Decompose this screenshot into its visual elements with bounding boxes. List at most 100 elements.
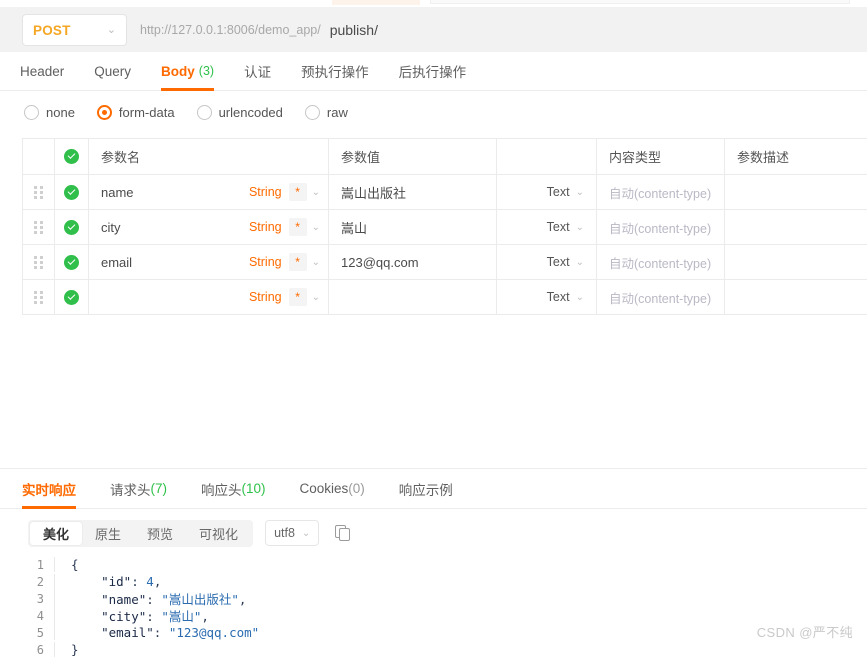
url-display[interactable]: http://127.0.0.1:8006/demo_app/ publish/ xyxy=(140,14,378,46)
view-mode-0[interactable]: 美化 xyxy=(30,521,83,545)
response-tab-4[interactable]: 响应示例 xyxy=(399,469,453,509)
chevron-down-icon[interactable]: ⌄ xyxy=(576,292,584,303)
param-value-input[interactable]: 123@qq.com xyxy=(329,255,496,270)
response-body-code[interactable]: 1{2 "id": 4, 3 "name": "嵩山出版社", 4 "city": … xyxy=(28,556,858,657)
row-value-type-cell[interactable]: Text ⌄ xyxy=(496,209,597,245)
row-param-value-cell[interactable]: 123@qq.com xyxy=(328,244,497,280)
required-asterisk-icon[interactable]: * xyxy=(288,218,307,236)
view-mode-3[interactable]: 可视化 xyxy=(186,522,251,545)
line-number: 3 xyxy=(36,591,44,606)
encoding-select[interactable]: utf8 ⌄ xyxy=(265,520,320,546)
table-row: String * ⌄ Text ⌄ 自动(content-type) xyxy=(22,279,867,315)
row-value-type-cell[interactable]: Text ⌄ xyxy=(496,244,597,280)
row-description-cell[interactable] xyxy=(724,279,867,315)
response-tab-3[interactable]: Cookies (0) xyxy=(300,469,365,509)
row-enable-checkbox[interactable] xyxy=(54,209,89,245)
header-select-all-cell[interactable] xyxy=(54,138,89,175)
row-drag-handle[interactable] xyxy=(22,174,55,210)
row-enable-checkbox[interactable] xyxy=(54,279,89,315)
request-tab-label: 认证 xyxy=(244,65,272,80)
row-param-value-cell[interactable]: 嵩山 xyxy=(328,209,497,245)
chevron-down-icon[interactable]: ⌄ xyxy=(312,257,320,268)
required-asterisk-icon[interactable]: * xyxy=(288,183,307,201)
row-content-type-cell[interactable]: 自动(content-type) xyxy=(596,244,725,280)
request-tab-2[interactable]: Body (3) xyxy=(161,52,215,91)
request-tab-0[interactable]: Header xyxy=(20,52,64,91)
code-line: 3 "name": "嵩山出版社", xyxy=(28,589,858,608)
row-param-name-cell[interactable]: email String * ⌄ xyxy=(88,244,329,280)
drag-handle-icon xyxy=(34,220,44,234)
body-type-radio-none[interactable]: none xyxy=(24,104,75,120)
select-all-check-icon[interactable] xyxy=(64,149,79,164)
view-mode-2[interactable]: 预览 xyxy=(134,522,186,545)
response-tab-2[interactable]: 响应头 (10) xyxy=(201,469,266,509)
body-type-label: urlencoded xyxy=(218,104,283,120)
param-name-input[interactable]: name xyxy=(101,185,249,200)
row-content-type-cell[interactable]: 自动(content-type) xyxy=(596,209,725,245)
check-icon xyxy=(64,219,79,235)
code-text: "email": "123@qq.com" xyxy=(54,625,259,640)
row-drag-handle[interactable] xyxy=(22,209,55,245)
http-method-select[interactable]: POST ⌄ xyxy=(22,14,127,46)
header-content-type-label: 内容类型 xyxy=(609,150,662,165)
response-tab-label: 请求头 xyxy=(110,482,151,498)
row-param-name-cell[interactable]: name String * ⌄ xyxy=(88,174,329,210)
header-type-cell xyxy=(496,138,597,175)
required-asterisk-icon[interactable]: * xyxy=(288,288,307,306)
row-content-type-cell[interactable]: 自动(content-type) xyxy=(596,279,725,315)
row-drag-handle[interactable] xyxy=(22,244,55,280)
param-name-input[interactable]: city xyxy=(101,220,249,235)
request-tab-bar: Header Query Body (3) 认证 预执行操作 后执行操作 xyxy=(0,52,867,91)
row-value-type-cell[interactable]: Text ⌄ xyxy=(496,174,597,210)
row-param-value-cell[interactable] xyxy=(328,279,497,315)
response-tab-label: Cookies xyxy=(299,481,349,496)
clipped-tab-remnant xyxy=(332,0,420,5)
response-tab-count: (10) xyxy=(241,481,266,496)
value-type-label: Text xyxy=(546,220,570,234)
row-description-cell[interactable] xyxy=(724,244,867,280)
line-number: 4 xyxy=(36,608,44,623)
row-description-cell[interactable] xyxy=(724,174,867,210)
row-param-value-cell[interactable]: 嵩山出版社 xyxy=(328,174,497,210)
watermark-text: CSDN @严不纯 xyxy=(756,625,853,640)
chevron-down-icon[interactable]: ⌄ xyxy=(312,222,320,233)
chevron-down-icon[interactable]: ⌄ xyxy=(576,257,584,268)
chevron-down-icon[interactable]: ⌄ xyxy=(576,187,584,198)
response-tab-1[interactable]: 请求头 (7) xyxy=(110,469,167,509)
content-type-input[interactable]: 自动(content-type) xyxy=(597,288,724,307)
request-tab-4[interactable]: 预执行操作 xyxy=(301,52,369,91)
required-asterisk-icon[interactable]: * xyxy=(288,253,307,271)
body-type-radio-raw[interactable]: raw xyxy=(304,104,348,120)
content-type-input[interactable]: 自动(content-type) xyxy=(597,218,724,237)
response-tab-0[interactable]: 实时响应 xyxy=(22,469,76,509)
request-tab-5[interactable]: 后执行操作 xyxy=(399,52,467,91)
body-type-label: none xyxy=(46,104,75,120)
row-drag-handle[interactable] xyxy=(22,279,55,315)
param-value-input[interactable]: 嵩山出版社 xyxy=(329,183,496,202)
request-tab-1[interactable]: Query xyxy=(94,52,131,91)
row-content-type-cell[interactable]: 自动(content-type) xyxy=(596,174,725,210)
view-mode-1[interactable]: 原生 xyxy=(82,522,134,545)
param-type-label: String xyxy=(248,185,282,199)
row-value-type-cell[interactable]: Text ⌄ xyxy=(496,279,597,315)
body-type-radio-form-data[interactable]: form-data xyxy=(96,104,175,120)
row-enable-checkbox[interactable] xyxy=(54,244,89,280)
row-description-cell[interactable] xyxy=(724,209,867,245)
chevron-down-icon[interactable]: ⌄ xyxy=(312,292,320,303)
request-tab-3[interactable]: 认证 xyxy=(244,52,271,91)
param-value-input[interactable]: 嵩山 xyxy=(329,218,496,237)
body-type-label: raw xyxy=(326,104,348,120)
param-type-label: String xyxy=(248,220,282,234)
row-enable-checkbox[interactable] xyxy=(54,174,89,210)
response-tab-count: (7) xyxy=(150,481,168,496)
content-type-input[interactable]: 自动(content-type) xyxy=(597,253,724,272)
chevron-down-icon[interactable]: ⌄ xyxy=(312,187,320,198)
param-name-input[interactable]: email xyxy=(101,255,249,270)
body-type-radio-urlencoded[interactable]: urlencoded xyxy=(196,104,283,120)
chevron-down-icon[interactable]: ⌄ xyxy=(576,222,584,233)
row-param-name-cell[interactable]: String * ⌄ xyxy=(88,279,329,315)
copy-icon[interactable] xyxy=(335,524,352,542)
content-type-input[interactable]: 自动(content-type) xyxy=(597,183,724,202)
row-param-name-cell[interactable]: city String * ⌄ xyxy=(88,209,329,245)
header-description: 参数描述 xyxy=(724,138,867,175)
